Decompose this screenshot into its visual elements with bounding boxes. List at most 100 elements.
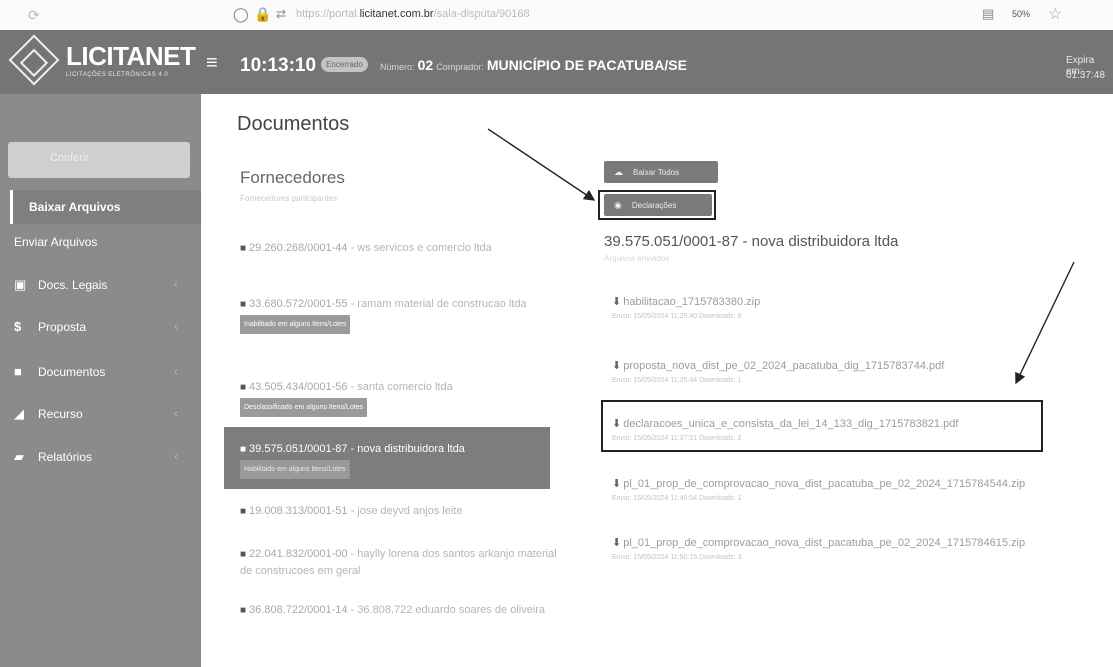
sidebar-item-label: Relatórios [38,450,93,464]
page-title: Documentos [237,113,350,135]
sidebar-item-baixar-arquivos[interactable]: Baixar Arquivos [10,190,201,224]
zoom-level[interactable]: 50% [1012,9,1030,19]
download-icon: ⬇ [612,537,622,549]
supplier-name: - 36.808.722 eduardo soares de oliveira [347,604,546,616]
supplier-cnpj: 43.505.434/0001-56 [249,381,348,393]
download-icon: ⬇ [612,296,622,308]
brand-subtitle: LICITAÇÕES ELETRÔNICAS 4.0 [66,72,169,78]
file-name[interactable]: pl_01_prop_de_comprovacao_nova_dist_paca… [623,478,1025,490]
file-item[interactable]: ⬇ habilitacao_1715783380.zip Envio: 15/05/… [612,292,760,320]
sidebar-item-relatorios[interactable]: ▰ Relatórios ‹ [14,449,178,465]
folder-icon: ■ [240,506,247,517]
fornecedores-subtitle: Fornecedores participantes [240,194,337,203]
url-prefix: https://portal. [296,8,360,20]
permissions-icon[interactable]: ⇄ [276,7,286,21]
browser-toolbar: ⟳ ◯ 🔒 ⇄ https://portal.licitanet.com.br/… [0,0,1113,30]
supplier-cnpj: 36.808.722/0001-14 [249,604,348,616]
supplier-item-selected[interactable]: ■ 39.575.051/0001-87 - nova distribuidora… [224,427,550,489]
file-meta: Envio: 15/05/2024 11:50:15 Downloads: 3 [612,554,742,561]
supplier-item[interactable]: ■ 22.041.832/0001-00 - haylly lorena dos … [240,546,558,580]
supplier-cnpj: 39.575.051/0001-87 [249,443,348,455]
supplier-name: - ws servicos e comercio ltda [347,242,492,254]
arrow-to-declaracoes [487,128,596,201]
status-badge: Encerrado [321,57,368,72]
file-name[interactable]: proposta_nova_dist_pe_02_2024_pacatuba_d… [623,360,944,372]
sidebar-item-label: Enviar Arquivos [14,235,98,249]
selected-supplier-subtitle: Arquivos enviados [604,254,670,263]
url-domain: licitanet.com.br [359,8,434,20]
sidebar-item-label: Recurso [38,407,83,421]
reload-icon[interactable]: ⟳ [28,7,40,24]
file-item[interactable]: ⬇ pl_01_prop_de_comprovacao_nova_dist_pac… [612,533,1025,561]
supplier-cnpj: 33.680.572/0001-55 [249,298,348,310]
sidebar-item-label: Docs. Legais [38,278,108,292]
folder-icon: ■ [240,243,247,254]
file-item[interactable]: ⬇ pl_01_prop_de_comprovacao_nova_dist_pac… [612,474,1025,502]
sidebar-item-recurso[interactable]: ◢ Recurso ‹ [14,406,178,422]
supplier-item[interactable]: ■ 36.808.722/0001-14 - 36.808.722 eduardo… [240,602,558,619]
url-path: /sala-disputa/90168 [433,8,530,20]
download-icon: ⬇ [612,478,622,490]
supplier-item[interactable]: ■ 43.505.434/0001-56 - santa comercio ltd… [240,379,558,417]
dollar-icon: $ [14,319,22,334]
supplier-item[interactable]: ■ 33.680.572/0001-55 - ramam material de … [240,296,558,334]
sidebar-item-enviar-arquivos[interactable]: Enviar Arquivos [14,235,97,249]
book-icon: ▣ [14,277,27,292]
button-label: Baixar Todos [633,168,680,177]
supplier-item[interactable]: ■ 29.260.268/0001-44 - ws servicos e come… [240,240,558,257]
file-name[interactable]: habilitacao_1715783380.zip [623,296,760,308]
gavel-icon: ◢ [14,406,24,421]
status-badge: Desclassificado em alguns Itens/Lotes [240,398,368,417]
supplier-name: - ramam material de construcao ltda [347,298,527,310]
shield-icon[interactable]: ◯ [233,6,249,23]
folder-icon: ■ [240,549,247,560]
sidebar-item-documentos[interactable]: ■ Documentos ‹ [14,364,178,379]
folder-icon: ■ [14,364,22,379]
folder-icon: ■ [240,605,247,616]
file-meta: Envio: 15/05/2024 11:35:44 Downloads: 1 [612,377,742,384]
sidebar-item-label: Documentos [38,365,106,379]
sidebar [0,94,201,667]
numero-label: Número: [380,62,415,72]
sidebar-item-proposta[interactable]: $ Proposta ‹ [14,319,178,334]
sidebar-conferir-label: Conferir [50,152,90,164]
selected-supplier-title: 39.575.051/0001-87 - nova distribuidora … [604,233,899,250]
sidebar-item-label: Proposta [38,320,87,334]
supplier-name: - jose deyvd anjos leite [347,505,463,517]
brand-name: LICITANET [66,41,196,71]
numero-value: 02 [417,57,434,73]
auction-info: Número: 02 Comprador: MUNICÍPIO DE PACAT… [380,57,687,73]
file-item[interactable]: ⬇ proposta_nova_dist_pe_02_2024_pacatuba_… [612,356,944,384]
file-meta: Envio: 15/05/2024 11:29:40 Downloads: 6 [612,313,742,320]
chevron-left-icon: ‹ [174,449,178,463]
folder-open-icon: ▰ [14,449,24,464]
supplier-name: - santa comercio ltda [347,381,453,393]
lock-icon[interactable]: 🔒 [254,6,271,23]
bookmark-star-icon[interactable]: ☆ [1048,4,1062,24]
address-bar[interactable]: https://portal.licitanet.com.br/sala-dis… [296,8,530,20]
arrow-to-file [1015,261,1075,385]
comprador-label: Comprador: [436,62,484,72]
reader-view-icon[interactable]: ▤ [982,6,994,22]
chevron-left-icon: ‹ [174,364,178,378]
highlight-box [601,400,1043,452]
download-icon: ⬇ [612,360,622,372]
fornecedores-heading: Fornecedores [240,168,345,187]
menu-icon[interactable]: ≡ [206,52,218,75]
file-name[interactable]: pl_01_prop_de_comprovacao_nova_dist_paca… [623,537,1025,549]
supplier-cnpj: 19.008.313/0001-51 [249,505,348,517]
sidebar-item-label: Baixar Arquivos [29,200,121,214]
cloud-download-icon: ☁ [614,167,623,177]
supplier-cnpj: 22.041.832/0001-00 [249,548,348,560]
folder-icon: ■ [240,444,247,455]
supplier-name: - nova distribuidora ltda [347,443,465,455]
sidebar-conferir-button[interactable] [8,142,190,178]
supplier-item[interactable]: ■ 19.008.313/0001-51 - jose deyvd anjos l… [240,503,558,520]
baixar-todos-button[interactable]: ☁ Baixar Todos [604,161,718,183]
clock: 10:13:10 [240,55,317,76]
folder-icon: ■ [240,382,247,393]
file-meta: Envio: 15/05/2024 11:49:04 Downloads: 1 [612,495,742,502]
chevron-left-icon: ‹ [174,406,178,420]
sidebar-item-docs-legais[interactable]: ▣ Docs. Legais ‹ [14,277,178,293]
folder-icon: ■ [240,299,247,310]
